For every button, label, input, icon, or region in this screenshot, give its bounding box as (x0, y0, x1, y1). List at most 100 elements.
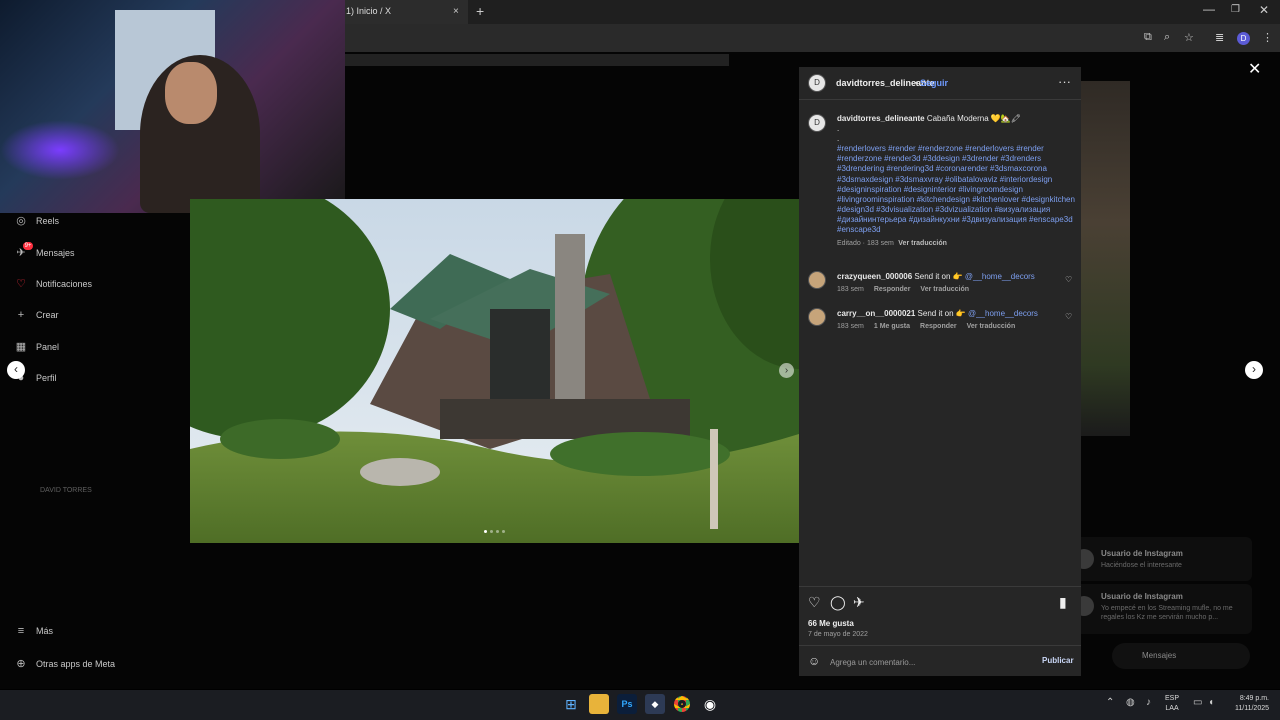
cast-icon[interactable]: ⧉ (1144, 31, 1152, 44)
share-icon[interactable]: ✈ (853, 594, 865, 611)
post-image (190, 199, 799, 543)
messages-pill-label: Mensajes (1142, 651, 1177, 660)
sidebar-item-reels[interactable]: ◎ Reels (14, 214, 59, 227)
windows-start-icon[interactable]: ⊞ (561, 694, 581, 714)
comment-username[interactable]: carry__on__0000021 (837, 309, 915, 318)
caption-hashtags[interactable]: #renderlovers #render #renderzone #rende… (837, 144, 1075, 235)
notification-card[interactable]: Usuario de Instagram Haciéndose el inter… (1070, 537, 1252, 581)
sidebar-item-label: Reels (36, 215, 60, 226)
language-bottom: LAA (1165, 705, 1179, 712)
reply-link[interactable]: Responder (920, 323, 957, 330)
see-translation-link[interactable]: Ver traducción (920, 286, 969, 293)
sidebar-item-meta-apps[interactable]: ⊕ Otras apps de Meta (14, 657, 115, 670)
emoji-icon[interactable]: ☺ (808, 654, 820, 668)
new-tab-button[interactable]: + (476, 3, 484, 19)
tab-title: 1) Inicio / X (346, 6, 392, 16)
hamburger-icon: ≡ (17, 625, 25, 637)
separator-dot: • (915, 78, 919, 88)
comment-mention[interactable]: @__home__decors (968, 309, 1038, 318)
browser-tab[interactable]: 1) Inicio / X (338, 0, 468, 24)
bookmark-icon[interactable]: ▮ (1059, 594, 1067, 611)
file-explorer-icon[interactable] (589, 694, 609, 714)
image-next-button[interactable]: › (779, 363, 794, 378)
sidebar-item-create[interactable]: + Crear (14, 309, 59, 321)
caption-avatar[interactable]: D (808, 114, 826, 132)
messages-pill[interactable]: Mensajes (1112, 643, 1250, 669)
notification-title: Usuario de Instagram (1101, 549, 1183, 558)
commenter-avatar[interactable] (808, 271, 826, 289)
sidebar-item-label: Crear (36, 310, 59, 320)
sidebar-item-label: Más (36, 626, 54, 636)
sidebar-item-label: Otras apps de Meta (36, 658, 116, 669)
caption-meta: Editado · 183 sem (837, 240, 894, 248)
caption: davidtorres_delineante Cabaña Moderna 💛🏡… (837, 114, 1075, 249)
dashboard-icon: ▦ (15, 341, 27, 353)
publish-button[interactable]: Publicar (1042, 656, 1074, 665)
likes-count[interactable]: 66 Me gusta (808, 619, 854, 628)
caption-title: Cabaña Moderna 💛🏡🖍 (926, 114, 1021, 123)
notification-title: Usuario de Instagram (1101, 592, 1183, 601)
tray-app-icon[interactable]: ◍ (1126, 697, 1135, 708)
comment-like-icon[interactable]: ♡ (1065, 275, 1072, 284)
webcam-face (165, 62, 217, 124)
zoom-icon[interactable]: ⌕ (1164, 31, 1170, 44)
star-icon[interactable]: ☆ (1184, 31, 1194, 44)
modal-close-button[interactable]: ✕ (1248, 59, 1261, 79)
comment-input[interactable] (830, 655, 1030, 669)
obs-icon[interactable]: ◉ (700, 694, 720, 714)
comment-likes[interactable]: 1 Me gusta (874, 323, 910, 330)
carousel-dot (490, 530, 493, 533)
comment-username[interactable]: crazyqueen_000006 (837, 272, 912, 281)
notification-body: Haciéndose el interesante (1101, 562, 1182, 569)
reply-link[interactable]: Responder (874, 286, 911, 293)
chrome-icon[interactable] (672, 694, 692, 714)
menu-icon[interactable]: ⋮ (1262, 31, 1273, 44)
comment-icon[interactable]: ◯ (830, 594, 846, 611)
volume-icon[interactable]: ◖ (1208, 697, 1214, 708)
divider (799, 99, 1081, 100)
commenter-avatar[interactable] (808, 308, 826, 326)
microphone-icon[interactable]: ♪ (1146, 697, 1151, 708)
sidebar-item-label: Notificaciones (36, 278, 93, 289)
app-icon[interactable]: ◆ (645, 694, 665, 714)
meta-apps-icon: ⊕ (16, 658, 26, 670)
more-options-icon[interactable]: ··· (1058, 74, 1071, 89)
clock-date: 11/11/2025 (1235, 705, 1269, 712)
modal-next-button[interactable]: › (1245, 361, 1263, 379)
comment-meta: 183 sem Responder Ver traducción (837, 286, 969, 293)
language-indicator[interactable]: ESP LAA (1165, 694, 1179, 714)
post-date: 7 de mayo de 2022 (808, 631, 868, 638)
profile-icon[interactable]: D (1237, 32, 1250, 45)
divider (799, 586, 1081, 587)
notification-card[interactable]: Usuario de Instagram Yo empecé en los St… (1070, 584, 1252, 634)
comment-like-icon[interactable]: ♡ (1065, 312, 1072, 321)
see-translation-link[interactable]: Ver traducción (898, 240, 947, 247)
window-maximize-button[interactable]: ❐ (1231, 4, 1240, 15)
sidebar-item-notifications[interactable]: ♡ Notificaciones (14, 277, 92, 290)
window-minimize-button[interactable]: — (1203, 2, 1215, 16)
caption-username[interactable]: davidtorres_delineante (837, 114, 925, 123)
photoshop-icon[interactable]: Ps (617, 694, 637, 714)
sidebar-item-more[interactable]: ≡ Más (14, 625, 53, 637)
media-icon[interactable]: ≣ (1215, 31, 1224, 44)
sidebar-item-panel[interactable]: ▦ Panel (14, 340, 59, 353)
plus-icon: + (17, 309, 25, 321)
carousel-dot (502, 530, 505, 533)
comment-mention[interactable]: @__home__decors (965, 272, 1035, 281)
sidebar-item-label: Panel (36, 341, 60, 352)
author-avatar[interactable]: D (808, 74, 826, 92)
tray-chevron-icon[interactable]: ⌃ (1106, 697, 1114, 708)
reels-icon: ◎ (16, 215, 26, 227)
comment-meta: 183 sem 1 Me gusta Responder Ver traducción (837, 323, 1015, 330)
tab-close-icon[interactable]: × (453, 6, 459, 17)
like-icon[interactable]: ♡ (808, 594, 821, 611)
see-translation-link[interactable]: Ver traducción (967, 323, 1016, 330)
modal-prev-button[interactable]: ‹ (7, 361, 25, 379)
comment: carry__on__0000021 Send it on 👉 @__home_… (837, 309, 1038, 318)
clock[interactable]: 8:49 p.m. 11/11/2025 (1225, 694, 1269, 714)
window-close-button[interactable]: ✕ (1259, 3, 1269, 17)
follow-button[interactable]: Seguir (920, 78, 948, 88)
sidebar-item-label: Mensajes (36, 247, 75, 258)
background-post-image (1081, 81, 1130, 436)
network-icon[interactable]: ▭ (1193, 697, 1202, 708)
